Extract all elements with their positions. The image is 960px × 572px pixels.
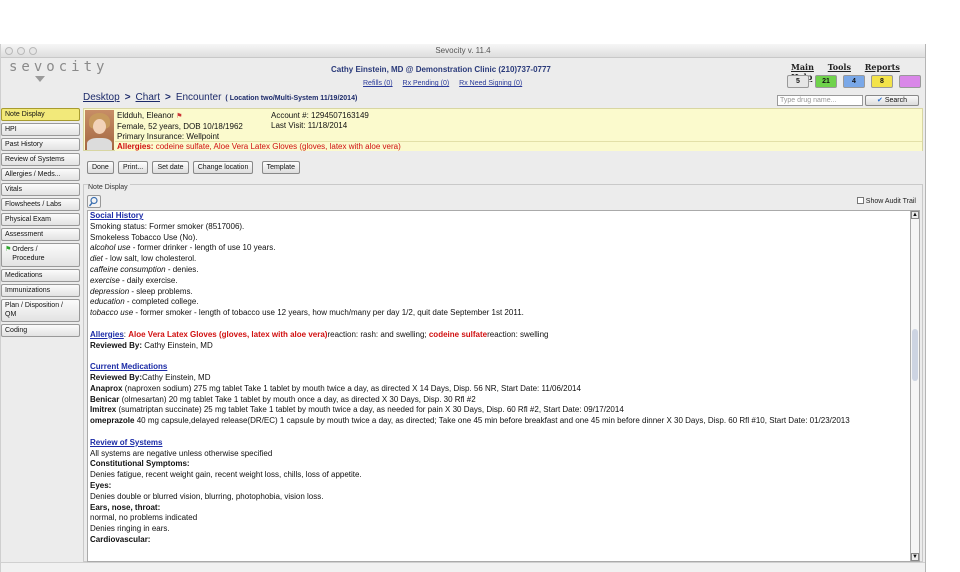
menu-main[interactable]: Main <box>791 62 814 72</box>
chart-sidebar: Note Display HPI Past History Review of … <box>1 108 81 339</box>
search-icon: ✔ <box>876 97 883 104</box>
scroll-down-icon[interactable]: ▼ <box>911 553 919 561</box>
sidebar-item-review-of-systems[interactable]: Review of Systems <box>1 153 80 166</box>
print-button[interactable]: Print... <box>117 161 149 174</box>
scroll-up-icon[interactable]: ▲ <box>911 211 919 219</box>
refills-link[interactable]: Refills (0) <box>363 80 393 87</box>
window-title: Sevocity v. 11.4 <box>435 46 491 55</box>
magnify-icon[interactable] <box>87 195 101 208</box>
sidebar-item-allergies-meds[interactable]: Allergies / Meds... <box>1 168 80 181</box>
patient-banner: Eldduh, Eleanor ⚑ Female, 52 years, DOB … <box>83 108 923 151</box>
patient-account-info: Account #: 1294507163149 Last Visit: 11/… <box>271 111 369 131</box>
breadcrumb-chart[interactable]: Chart <box>136 92 160 103</box>
patient-demographics: Female, 52 years, DOB 10/18/1962 <box>117 122 243 131</box>
search-button[interactable]: ✔ Search <box>865 95 919 106</box>
patient-photo <box>85 110 114 150</box>
messages-badge[interactable]: 21 <box>815 75 837 88</box>
account-number: Account #: 1294507163149 <box>271 111 369 120</box>
rx-pending-link[interactable]: Rx Pending (0) <box>403 80 450 87</box>
last-visit: Last Visit: 11/18/2014 <box>271 121 348 130</box>
sidebar-item-note-display[interactable]: Note Display <box>1 108 80 121</box>
sevocity-logo: sevocity <box>9 59 109 75</box>
done-button[interactable]: Done <box>87 161 114 174</box>
note-content: Social History Smoking status: Former sm… <box>87 210 911 562</box>
sidebar-item-flowsheets-labs[interactable]: Flowsheets / Labs <box>1 198 80 211</box>
sidebar-item-vitals[interactable]: Vitals <box>1 183 80 196</box>
logo-chevron-icon <box>35 76 45 82</box>
menu-reports[interactable]: Reports <box>865 62 900 72</box>
flag-icon: ⚑ <box>176 113 183 120</box>
allergy-banner: Allergies: codeine sulfate, Aloe Vera La… <box>115 141 922 151</box>
sidebar-item-hpi[interactable]: HPI <box>1 123 80 136</box>
sidebar-item-past-history[interactable]: Past History <box>1 138 80 151</box>
tasks-badge[interactable]: 5 <box>787 75 809 88</box>
app-header: sevocity Cathy Einstein, MD @ Demonstrat… <box>1 58 925 92</box>
alerts-badge[interactable] <box>899 75 921 88</box>
template-button[interactable]: Template <box>261 161 300 174</box>
drug-search-input[interactable]: Type drug name... <box>777 95 863 106</box>
show-audit-trail-checkbox[interactable]: Show Audit Trail <box>856 197 916 205</box>
sidebar-item-plan-disposition[interactable]: Plan / Disposition / QM <box>1 299 80 322</box>
review-of-systems-link[interactable]: Review of Systems <box>90 438 162 447</box>
sidebar-item-orders-procedure[interactable]: ⚑Orders / Procedure <box>1 243 80 267</box>
change-location-button[interactable]: Change location <box>192 161 254 174</box>
patient-name[interactable]: Eldduh, Eleanor <box>117 111 174 120</box>
breadcrumb-desktop[interactable]: Desktop <box>83 92 120 103</box>
breadcrumb-encounter: Encounter <box>175 92 222 103</box>
encounter-location: ( Location two/Multi-System 11/19/2014) <box>225 95 358 102</box>
allergies-link[interactable]: Allergies <box>90 330 124 339</box>
note-line: Smoking status: Former smoker (8517006). <box>90 221 245 231</box>
documents-badge[interactable]: 8 <box>871 75 893 88</box>
note-scrollbar[interactable]: ▲ ▼ <box>911 210 920 562</box>
menu-tools[interactable]: Tools <box>828 62 851 72</box>
app-window: Sevocity v. 11.4 sevocity Cathy Einstein… <box>0 44 926 572</box>
checkbox-icon <box>856 197 864 204</box>
note-display-label: Note Display <box>88 184 130 191</box>
sidebar-item-immunizations[interactable]: Immunizations <box>1 284 80 297</box>
patient-info: Eldduh, Eleanor ⚑ Female, 52 years, DOB … <box>117 111 243 142</box>
note-toolbar: Done Print... Set date Change location T… <box>87 161 302 174</box>
note-line: Smokeless Tobacco Use (No). <box>90 232 198 242</box>
status-bar <box>1 562 925 572</box>
sidebar-item-physical-exam[interactable]: Physical Exam <box>1 213 80 226</box>
sidebar-item-coding[interactable]: Coding <box>1 324 80 337</box>
rx-need-signing-link[interactable]: Rx Need Signing (0) <box>459 80 522 87</box>
social-history-link[interactable]: Social History <box>90 211 143 220</box>
sidebar-item-assessment[interactable]: Assessment <box>1 228 80 241</box>
rx-links: Refills (0) Rx Pending (0) Rx Need Signi… <box>363 80 530 87</box>
scrollbar-thumb[interactable] <box>912 329 918 381</box>
sidebar-item-medications[interactable]: Medications <box>1 269 80 282</box>
user-clinic-label: Cathy Einstein, MD @ Demonstration Clini… <box>331 65 551 74</box>
labs-badge[interactable]: 4 <box>843 75 865 88</box>
note-display-panel: Note Display Show Audit Trail Social His… <box>83 184 923 562</box>
set-date-button[interactable]: Set date <box>152 161 189 174</box>
allergy-list: codeine sulfate, Aloe Vera Latex Gloves … <box>155 142 401 151</box>
current-medications-link[interactable]: Current Medications <box>90 362 167 371</box>
title-bar: Sevocity v. 11.4 <box>1 44 925 58</box>
